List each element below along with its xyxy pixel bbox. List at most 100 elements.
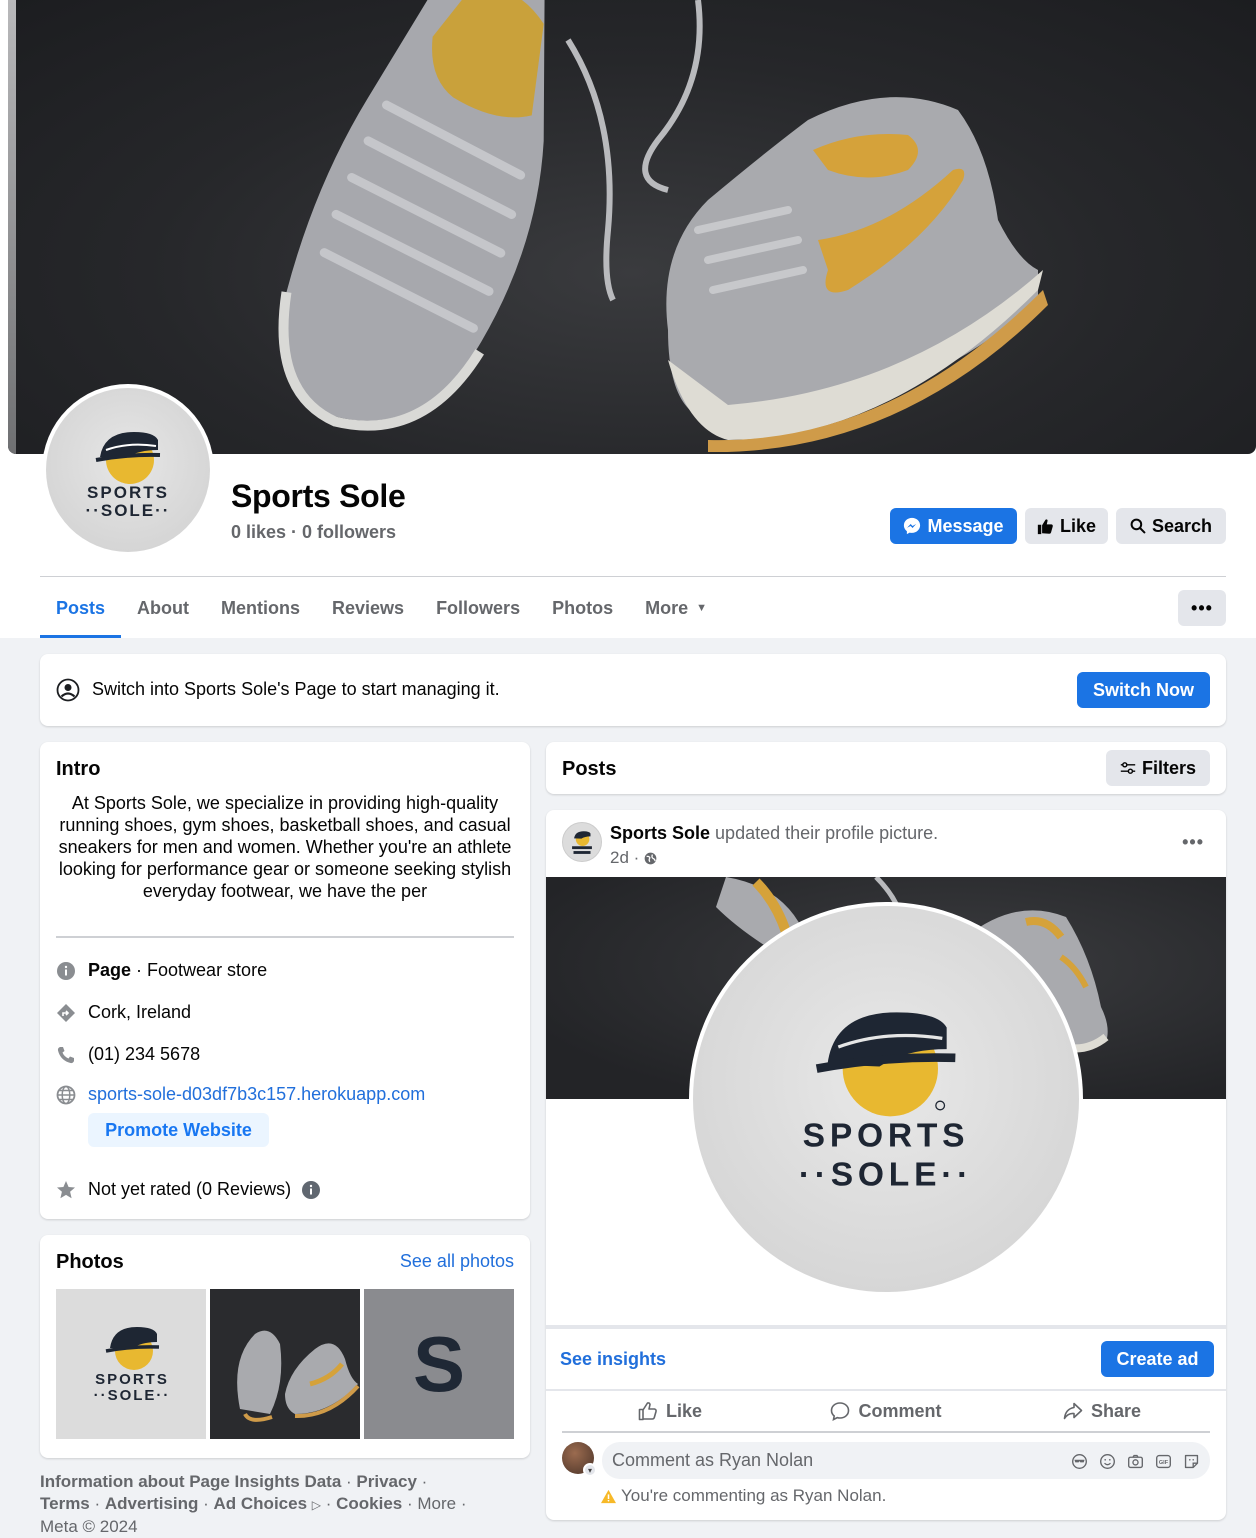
info-icon [56, 961, 76, 981]
svg-text:GIF: GIF [1158, 1460, 1168, 1466]
messenger-icon [904, 517, 921, 535]
directions-icon [56, 1003, 76, 1023]
thumb-logo-line2: ··SOLE·· [94, 1387, 171, 1404]
sports-sole-logo: SPORTS ··SOLE·· [86, 432, 169, 520]
footer-links: Information about Page Insights Data · P… [40, 1472, 467, 1536]
emoji-icon[interactable] [1098, 1452, 1116, 1470]
post-comment-label: Comment [858, 1400, 942, 1421]
like-page-button[interactable]: Like [1025, 508, 1108, 544]
footer-copyright: Meta © 2024 [40, 1517, 138, 1536]
post-share-button[interactable]: Share [994, 1393, 1210, 1429]
logo-line1: SPORTS [87, 483, 169, 502]
comment-placeholder: Comment as Ryan Nolan [612, 1450, 814, 1470]
intro-divider [56, 936, 514, 938]
search-label: Search [1151, 515, 1213, 536]
share-icon [1063, 1402, 1083, 1420]
comment-input[interactable]: Comment as Ryan Nolan GIF [602, 1442, 1210, 1479]
star-icon [56, 1180, 76, 1200]
sneakers-illustration [278, 0, 1048, 453]
photo-thumb-letter[interactable]: S [364, 1289, 514, 1439]
intro-card: Intro At Sports Sole, we specialize in p… [40, 742, 530, 1219]
more-options-button[interactable]: ••• [1178, 590, 1226, 626]
ellipsis-icon: ••• [1191, 597, 1213, 618]
tab-more-label: More [645, 597, 689, 618]
profile-picture[interactable]: SPORTS ··SOLE·· [42, 384, 214, 556]
like-label: Like [1059, 515, 1097, 536]
tab-reviews[interactable]: Reviews [316, 578, 420, 638]
website-link[interactable]: sports-sole-d03df7b3c157.herokuapp.com [88, 1084, 425, 1105]
camera-icon[interactable] [1126, 1452, 1144, 1470]
sports-sole-logo: SPORTS ··SOLE·· [799, 1012, 970, 1194]
photos-card: Photos See all photos SPORTS ··SOLE·· S [40, 1235, 530, 1458]
thumb-letter: S [412, 1319, 466, 1408]
post-action-text: updated their profile picture. [715, 823, 939, 843]
tab-mentions[interactable]: Mentions [205, 578, 316, 638]
warning-icon [601, 1489, 616, 1503]
chevron-down-icon[interactable]: ▾ [583, 1463, 597, 1477]
category-label: Page [88, 960, 132, 980]
tab-about[interactable]: About [121, 578, 205, 638]
footer-cookies-link[interactable]: Cookies [336, 1494, 402, 1513]
avatar-sticker-icon[interactable] [1070, 1452, 1088, 1470]
profile-logo: SPORTS ··SOLE·· [46, 388, 210, 552]
see-insights-link[interactable]: See insights [560, 1349, 666, 1370]
page-title: Sports Sole [231, 478, 406, 514]
photo-thumb-sneakers[interactable] [210, 1289, 360, 1439]
post-header-text: Sports Sole updated their profile pictur… [610, 823, 938, 844]
footer-terms-link[interactable]: Terms [40, 1494, 90, 1513]
search-page-button[interactable]: Search [1116, 508, 1226, 544]
phone-icon [56, 1045, 76, 1065]
sneakers-thumb [237, 1330, 360, 1422]
promote-website-button[interactable]: Promote Website [88, 1113, 269, 1147]
post-comment-button[interactable]: Comment [778, 1393, 994, 1429]
globe-icon [644, 852, 657, 864]
create-ad-button[interactable]: Create ad [1101, 1341, 1214, 1377]
tab-photos[interactable]: Photos [536, 578, 629, 638]
phone-row: (01) 234 5678 [56, 1044, 200, 1065]
message-button[interactable]: Message [890, 508, 1017, 544]
tab-followers[interactable]: Followers [420, 578, 536, 638]
post-like-button[interactable]: Like [562, 1393, 778, 1429]
rating-info-icon[interactable] [301, 1180, 321, 1200]
post-author-avatar[interactable] [562, 822, 602, 862]
page-stats[interactable]: 0 likes · 0 followers [231, 522, 396, 543]
message-label: Message [927, 515, 1004, 536]
post-logo-line1: SPORTS [803, 1118, 970, 1155]
switch-banner: Switch into Sports Sole's Page to start … [40, 654, 1226, 726]
post-profile-picture: SPORTS ··SOLE·· [689, 902, 1083, 1296]
post-author-name[interactable]: Sports Sole [610, 823, 710, 843]
tab-posts[interactable]: Posts [40, 578, 122, 638]
rating-text: Not yet rated (0 Reviews) [88, 1179, 292, 1199]
actions-divider-top [546, 1389, 1226, 1391]
search-icon [1130, 518, 1146, 534]
footer-insights-link[interactable]: Information about Page Insights Data [40, 1472, 341, 1491]
cover-photo[interactable] [8, 0, 1256, 454]
post-options-icon[interactable]: ••• [1182, 832, 1204, 853]
image-divider [546, 1325, 1226, 1329]
commenting-notice-text: You're commenting as Ryan Nolan. [621, 1486, 887, 1505]
switch-now-button[interactable]: Switch Now [1077, 672, 1210, 708]
location-row: Cork, Ireland [56, 1002, 191, 1023]
footer-more-link[interactable]: More [417, 1494, 456, 1513]
sticker-icon[interactable] [1182, 1452, 1200, 1470]
thumbs-up-icon [638, 1402, 657, 1421]
thumb-logo-line1: SPORTS [95, 1371, 169, 1388]
intro-title: Intro [56, 758, 101, 780]
category-row: Page · Footwear store [56, 960, 267, 981]
post-share-label: Share [1090, 1400, 1142, 1421]
sports-sole-logo: SPORTS ··SOLE·· [94, 1327, 171, 1404]
footer-adchoices-link[interactable]: Ad Choices [214, 1494, 308, 1513]
filters-button[interactable]: Filters [1106, 750, 1210, 786]
photo-thumb-logo[interactable]: SPORTS ··SOLE·· [56, 1289, 206, 1439]
footer-advertising-link[interactable]: Advertising [105, 1494, 199, 1513]
gif-icon[interactable]: GIF [1154, 1452, 1172, 1470]
post-time[interactable]: 2d · [610, 848, 639, 868]
globe-icon [56, 1085, 76, 1105]
footer-privacy-link[interactable]: Privacy [356, 1472, 417, 1491]
filters-icon [1120, 762, 1136, 774]
tab-more[interactable]: More ▼ [629, 578, 723, 638]
switch-text: Switch into Sports Sole's Page to start … [92, 679, 500, 699]
commenting-notice: You're commenting as Ryan Nolan. [600, 1486, 886, 1506]
post-image[interactable]: SPORTS ··SOLE·· [546, 877, 1226, 1327]
see-all-photos-link[interactable]: See all photos [400, 1251, 514, 1272]
